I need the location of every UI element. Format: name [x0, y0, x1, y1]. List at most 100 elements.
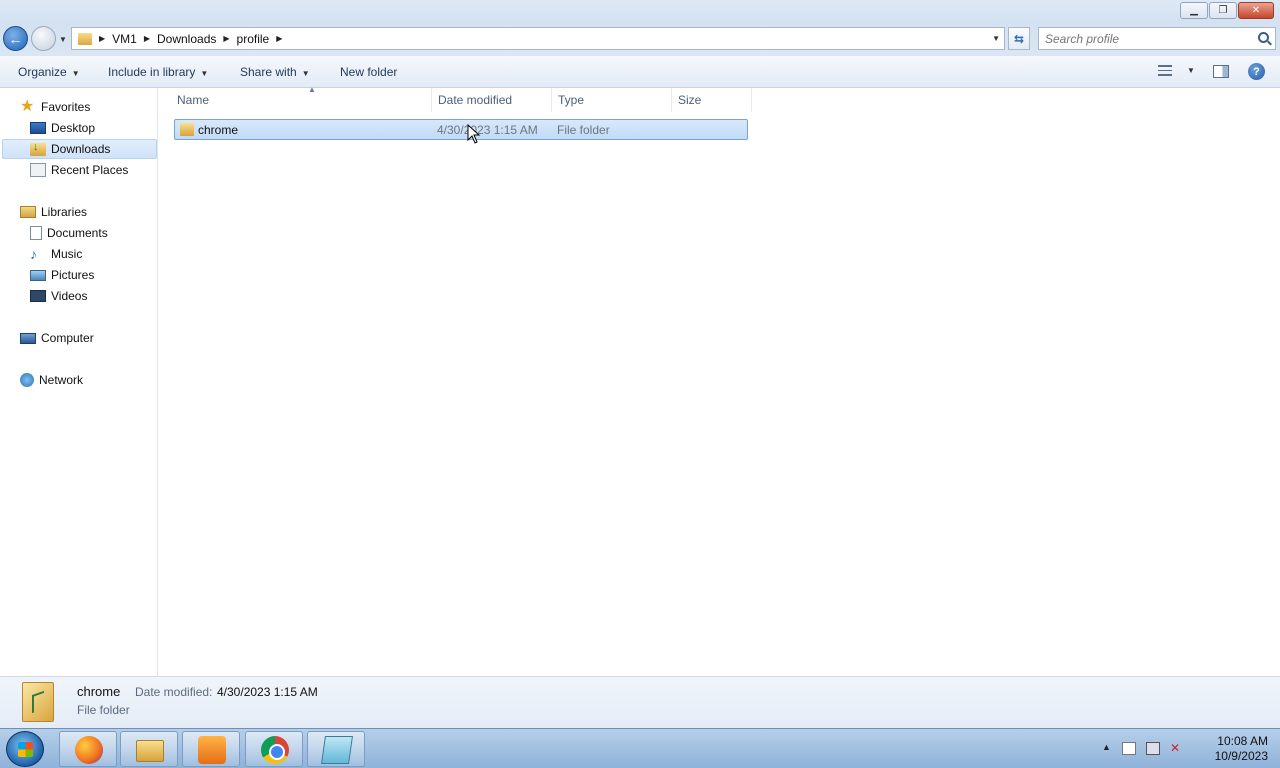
sidebar-item-label: Favorites [41, 100, 91, 114]
close-button[interactable]: ✕ [1238, 2, 1274, 19]
column-header-name[interactable]: Name ▲ [171, 85, 432, 112]
downloads-folder-icon [30, 141, 46, 156]
sidebar-item-network[interactable]: Network [20, 370, 83, 390]
file-type: File folder [557, 123, 610, 137]
title-bar: ▁ ❐ ✕ [0, 0, 1280, 22]
change-view-button[interactable]: ▼ [1158, 65, 1195, 76]
search-box[interactable] [1038, 27, 1276, 50]
action-center-flag-icon[interactable] [1122, 742, 1136, 755]
recent-pages-dropdown[interactable]: ▼ [59, 35, 67, 44]
column-header-label: Size [678, 93, 702, 107]
file-list: Name ▲ Date modified Type Size chrome 4/3… [159, 85, 1280, 676]
libraries-icon [20, 206, 36, 218]
details-date-value: 4/30/2023 1:15 AM [217, 685, 318, 699]
sidebar-item-music[interactable]: ♪ Music [30, 244, 82, 264]
file-row-chrome[interactable]: chrome 4/30/2023 1:15 AM File folder [174, 119, 748, 140]
column-header-type[interactable]: Type [552, 88, 672, 112]
chevron-right-icon[interactable]: ▶ [223, 34, 229, 43]
organize-button[interactable]: Organize ▼ [18, 65, 80, 79]
new-folder-button[interactable]: New folder [340, 65, 397, 79]
sidebar-item-label: Desktop [51, 121, 96, 135]
sidebar-item-desktop[interactable]: Desktop [30, 118, 95, 138]
preview-pane-icon[interactable] [1213, 65, 1229, 78]
system-tray: ▲ ✕ 10:08 AM 10/9/2023 [1090, 729, 1280, 768]
refresh-button[interactable]: ⇆ [1008, 27, 1030, 50]
videos-icon [30, 290, 46, 302]
sidebar-item-label: Downloads [51, 142, 111, 156]
explorer-icon [136, 740, 164, 762]
back-button[interactable]: ← [3, 26, 28, 51]
refresh-icon: ⇆ [1013, 31, 1025, 46]
sidebar-item-downloads[interactable]: Downloads [2, 139, 157, 159]
taskbar: ▲ ✕ 10:08 AM 10/9/2023 [0, 728, 1280, 768]
clock-time: 10:08 AM [1217, 734, 1268, 748]
search-input[interactable] [1039, 28, 1239, 49]
media-player-icon [198, 736, 226, 764]
taskbar-media-player[interactable] [182, 731, 240, 767]
sidebar-item-label: Music [51, 247, 83, 261]
folder-large-icon [22, 682, 54, 722]
share-with-button[interactable]: Share with ▼ [240, 65, 310, 79]
column-header-date-modified[interactable]: Date modified [432, 88, 552, 112]
sidebar-item-favorites[interactable]: ★ Favorites [20, 97, 90, 117]
column-header-label: Type [558, 93, 585, 107]
music-icon: ♪ [30, 246, 37, 262]
notepad-icon [321, 736, 353, 764]
maximize-button[interactable]: ❐ [1209, 2, 1237, 19]
breadcrumb-profile[interactable]: profile [237, 32, 270, 46]
mouse-cursor-icon [467, 124, 481, 144]
address-history-dropdown[interactable]: ▼ [992, 34, 1000, 43]
minimize-button[interactable]: ▁ [1180, 2, 1208, 19]
desktop-icon [30, 122, 46, 134]
sidebar-item-label: Pictures [51, 268, 95, 282]
forward-button[interactable] [31, 26, 56, 51]
clock[interactable]: 10:08 AM 10/9/2023 [1215, 734, 1268, 764]
column-header-label: Name [177, 93, 210, 107]
sidebar-item-libraries[interactable]: Libraries [20, 202, 87, 222]
folder-icon [180, 123, 194, 136]
window-controls: ▁ ❐ ✕ [1179, 2, 1274, 19]
navigation-pane: ★ Favorites Desktop Downloads Recent Plac… [0, 88, 158, 676]
taskbar-chrome[interactable] [245, 731, 303, 767]
network-icon [20, 373, 34, 387]
chrome-icon [261, 736, 289, 764]
taskbar-firefox[interactable] [59, 731, 117, 767]
sidebar-item-computer[interactable]: Computer [20, 328, 94, 348]
breadcrumb-vm1[interactable]: VM1 [112, 32, 137, 46]
sort-ascending-icon: ▲ [308, 85, 316, 94]
details-pane: chrome Date modified: 4/30/2023 1:15 AM … [0, 676, 1280, 728]
arrow-left-icon: ← [8, 30, 23, 47]
pictures-icon [30, 269, 46, 281]
show-hidden-icons-button[interactable]: ▲ [1102, 742, 1111, 752]
network-tray-icon[interactable] [1146, 742, 1160, 755]
chevron-down-icon: ▼ [301, 69, 310, 78]
sidebar-item-label: Computer [41, 331, 94, 345]
volume-muted-icon[interactable]: ✕ [1170, 742, 1184, 755]
computer-icon [20, 332, 36, 344]
chevron-right-icon[interactable]: ▶ [99, 34, 105, 43]
taskbar-explorer[interactable] [120, 731, 178, 767]
clock-date: 10/9/2023 [1214, 749, 1268, 763]
details-name: chrome [77, 684, 121, 699]
chevron-right-icon[interactable]: ▶ [276, 34, 282, 43]
address-row: ← ▼ ▶ VM1 ▶ Downloads ▶ profile ▶ ▼ ⇆ [0, 22, 1280, 56]
include-in-library-button[interactable]: Include in library ▼ [108, 65, 208, 79]
taskbar-notepad[interactable] [307, 731, 365, 767]
address-bar[interactable]: ▶ VM1 ▶ Downloads ▶ profile ▶ ▼ [71, 27, 1005, 50]
sidebar-item-pictures[interactable]: Pictures [30, 265, 94, 285]
chevron-down-icon: ▼ [1187, 66, 1195, 75]
help-icon[interactable]: ? [1248, 63, 1265, 80]
search-icon[interactable] [1258, 32, 1269, 43]
sidebar-item-documents[interactable]: Documents [30, 223, 108, 243]
column-header-size[interactable]: Size [672, 88, 752, 112]
breadcrumb-downloads[interactable]: Downloads [157, 32, 216, 46]
start-button[interactable] [6, 731, 44, 767]
chevron-right-icon[interactable]: ▶ [144, 34, 150, 43]
sidebar-item-recent-places[interactable]: Recent Places [30, 160, 128, 180]
sidebar-item-label: Videos [51, 289, 88, 303]
star-icon: ★ [20, 98, 35, 115]
firefox-icon [75, 736, 103, 764]
sidebar-item-videos[interactable]: Videos [30, 286, 87, 306]
details-date-label: Date modified: [135, 685, 213, 699]
sidebar-item-label: Recent Places [51, 163, 129, 177]
